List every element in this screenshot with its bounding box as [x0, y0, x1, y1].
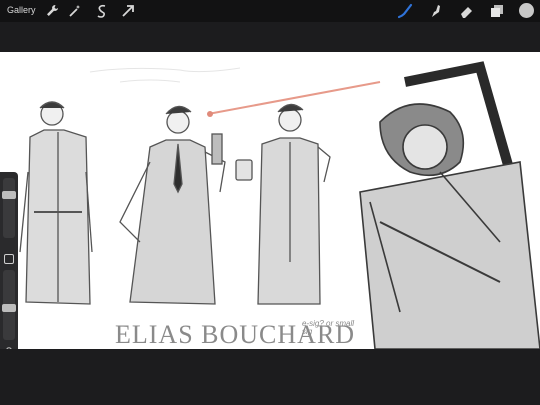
sketch-artwork — [19, 61, 540, 349]
figure-suit-tie — [119, 105, 226, 305]
left-sidebar — [0, 172, 18, 372]
selection-icon[interactable] — [94, 3, 110, 19]
sketch-note: e-sig? or small sig — [302, 319, 355, 337]
top-toolbar: Gallery — [0, 0, 540, 22]
figure-trenchcoat — [19, 101, 93, 305]
figure-vest-mug — [235, 103, 331, 305]
transform-arrow-icon[interactable] — [120, 3, 136, 19]
canvas-surround-top — [0, 22, 540, 52]
color-swatch-icon[interactable] — [519, 3, 534, 18]
smudge-icon[interactable] — [427, 3, 443, 19]
brush-icon[interactable] — [397, 3, 413, 19]
drawing-canvas[interactable]: ELIAS BOUCHARD e-sig? or small sig — [0, 52, 540, 349]
opacity-slider[interactable] — [2, 270, 16, 340]
canvas-surround-bottom — [0, 349, 540, 405]
figure-large-pose — [359, 61, 540, 349]
layers-icon[interactable] — [489, 3, 505, 19]
brush-size-knob[interactable] — [2, 191, 16, 199]
gallery-button[interactable]: Gallery — [7, 5, 36, 15]
magic-wand-icon[interactable] — [67, 3, 83, 19]
modify-button[interactable] — [4, 254, 14, 264]
wrench-icon[interactable] — [44, 3, 60, 19]
eraser-icon[interactable] — [458, 3, 474, 19]
opacity-knob[interactable] — [2, 304, 16, 312]
brush-size-slider[interactable] — [2, 178, 16, 238]
